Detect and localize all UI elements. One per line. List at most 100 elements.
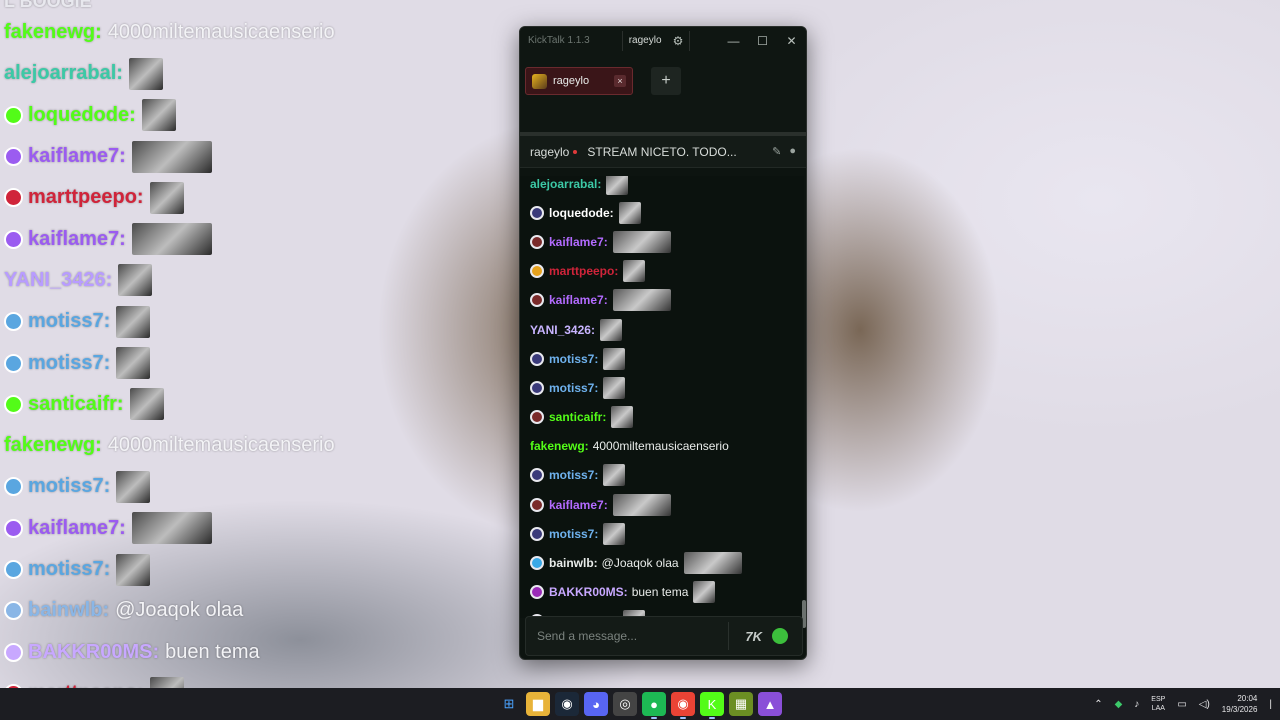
system-tray: ⌃ ◆ ♪ ESP LAA ▭ ◁) 20:04 19/3/2026 | [1094, 688, 1272, 720]
tab-rageylo[interactable]: rageylo × [525, 67, 633, 95]
lutris-icon[interactable]: ▲ [758, 692, 782, 716]
user-badge-icon [530, 556, 544, 571]
streamer-name: rageylo [530, 144, 570, 159]
emote-image [131, 512, 212, 545]
notifications-icon[interactable]: | [1269, 699, 1272, 710]
overlay-username: BAKKR00MS: [28, 640, 160, 663]
chat-message[interactable]: marttpeepo: [520, 257, 804, 286]
chat-message-text: 4000miltemausicaenserio [592, 439, 729, 454]
tab-avatar [532, 73, 547, 89]
user-badge-icon [4, 147, 23, 167]
emote-image [693, 581, 716, 604]
chat-message[interactable]: motiss7: [520, 373, 804, 402]
start-icon[interactable]: ⊞ [497, 692, 521, 716]
user-badge-icon [4, 601, 23, 621]
overlay-chat-line: kaiflame7: [4, 508, 384, 549]
overlay-message-text: buen tema [165, 640, 260, 663]
tray-app-icon[interactable]: ◆ [1115, 699, 1123, 710]
overlay-username: YANI_3426: [4, 268, 113, 291]
overlay-username: motiss7: [28, 351, 111, 374]
chrome-icon[interactable]: ◉ [671, 692, 695, 719]
chat-username[interactable]: motiss7: [549, 352, 598, 366]
emote-image [116, 553, 151, 586]
chat-username[interactable]: bainwlb: [549, 556, 598, 570]
maximize-button[interactable]: ☐ [748, 34, 777, 48]
user-badge-icon [4, 518, 23, 538]
kick-icon[interactable]: K [700, 692, 724, 719]
user-badge-icon [4, 560, 23, 579]
emote-image [603, 464, 626, 487]
minecraft-icon[interactable]: ▦ [729, 692, 753, 716]
tab-close-icon[interactable]: × [614, 75, 626, 87]
chat-message[interactable]: alejoarrabal: [520, 176, 804, 198]
app-title: KickTalk 1.1.3 [528, 35, 590, 46]
emoji-picker-icon[interactable] [772, 628, 788, 644]
emote-image [612, 493, 671, 516]
emote-image [118, 264, 153, 297]
clock[interactable]: 20:04 19/3/2026 [1222, 693, 1258, 715]
message-input[interactable]: Send a message... 7K [525, 616, 803, 656]
chat-message[interactable]: BAKKR00MS: buen tema [520, 578, 804, 607]
overlay-username: motiss7: [28, 310, 111, 333]
overlay-username: motiss7: [28, 558, 111, 580]
discord-icon[interactable]: ◕ [584, 692, 608, 716]
title-bar[interactable]: KickTalk 1.1.3 rageylo ⚙ — ☐ ✕ [520, 27, 806, 54]
chat-username[interactable]: motiss7: [549, 468, 598, 482]
user-badge-icon [4, 312, 23, 332]
emote-image [683, 552, 742, 575]
close-button[interactable]: ✕ [777, 34, 806, 48]
emote-image [128, 57, 163, 90]
chat-username[interactable]: kaiflame7: [549, 293, 608, 307]
chat-message[interactable]: kaiflame7: [520, 490, 804, 519]
add-tab-button[interactable]: + [651, 67, 681, 95]
chat-message[interactable]: santicaifr: [520, 403, 804, 432]
file-explorer-icon[interactable]: ▆ [526, 692, 550, 716]
chat-username[interactable]: marttpeepo: [549, 264, 618, 278]
chat-username[interactable]: YANI_3426: [530, 323, 595, 337]
chat-scrollbar[interactable] [802, 176, 806, 628]
emote-image [606, 176, 629, 195]
chat-username[interactable]: BAKKR00MS: [549, 585, 628, 599]
language-indicator[interactable]: ESP LAA [1151, 695, 1165, 713]
chat-username[interactable]: loquedode: [549, 206, 614, 220]
chat-message[interactable]: motiss7: [520, 461, 804, 490]
chat-message[interactable]: kaiflame7: [520, 286, 804, 315]
microphone-icon[interactable]: ♪ [1134, 699, 1139, 710]
chat-message[interactable]: YANI_3426: [520, 315, 804, 344]
chat-username[interactable]: motiss7: [549, 381, 598, 395]
chat-message[interactable]: motiss7: [520, 344, 804, 373]
user-badge-icon [530, 234, 544, 249]
chat-username[interactable]: santicaifr: [549, 410, 606, 424]
user-icon[interactable]: ● [789, 145, 796, 158]
chat-message[interactable]: loquedode: [520, 198, 804, 227]
chat-message[interactable]: kaiflame7: [520, 227, 804, 256]
obs-icon[interactable]: ◎ [613, 692, 637, 716]
chat-message[interactable]: bainwlb: @Joaqok olaa [520, 548, 804, 577]
chat-messages[interactable]: alejoarrabal: loquedode: kaiflame7: marttpe… [520, 176, 804, 618]
input-divider [728, 622, 730, 650]
kick-emotes-icon[interactable]: 7K [745, 629, 762, 644]
pin-icon[interactable]: ✎ [772, 145, 781, 158]
chat-username[interactable]: kaiflame7: [549, 235, 608, 249]
chat-message[interactable]: motiss7: [520, 519, 804, 548]
chat-username[interactable]: alejoarrabal: [530, 177, 601, 191]
network-icon[interactable]: ▭ [1177, 699, 1186, 710]
settings-gear-icon[interactable]: ⚙ [668, 30, 690, 51]
minimize-button[interactable]: — [719, 34, 748, 48]
chat-username[interactable]: kaiflame7: [549, 498, 608, 512]
taskbar: ⊞ ▆ ◉ ◕ ◎ ● ◉ K ▦ ▲ ⌃ ◆ ♪ ESP LAA ▭ ◁) 20:04 19/3… [0, 688, 1280, 720]
overlay-chat-line: YANI_3426: [4, 260, 384, 301]
chat-username[interactable]: fakenewg: [530, 439, 589, 453]
user-badge-icon [4, 394, 23, 414]
user-badge-icon [530, 351, 544, 366]
chat-username[interactable]: motiss7: [549, 527, 598, 541]
tray-chevron-icon[interactable]: ⌃ [1094, 699, 1102, 710]
volume-icon[interactable]: ◁) [1199, 699, 1210, 710]
spotify-icon[interactable]: ● [642, 692, 666, 719]
user-pill[interactable]: rageylo [621, 30, 668, 51]
emote-image [116, 347, 151, 380]
stream-chat-overlay: L BOOGIE fakenewg: 4000miltemausicaenseri… [4, 0, 384, 714]
chat-message[interactable]: fakenewg: 4000miltemausicaenserio [520, 432, 804, 461]
steam-icon[interactable]: ◉ [555, 692, 579, 716]
emote-image [131, 223, 212, 256]
